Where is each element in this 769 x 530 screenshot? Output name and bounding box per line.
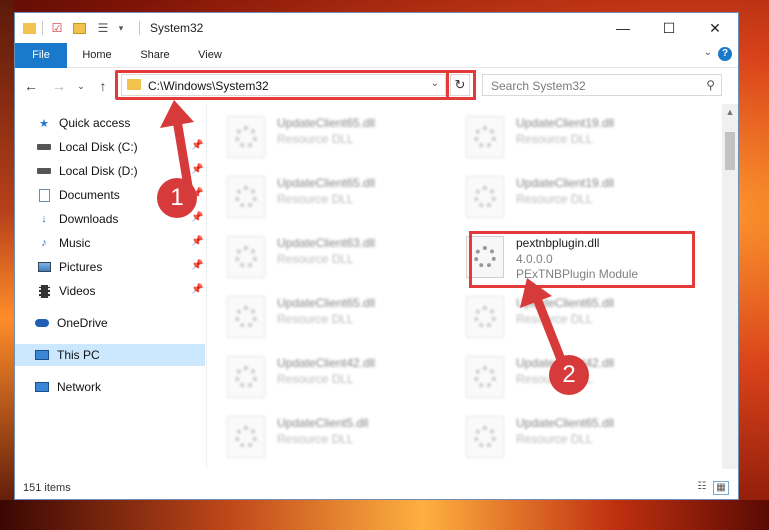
step2-arrow-shaft bbox=[531, 291, 567, 367]
step1-arrow-shaft bbox=[172, 115, 193, 191]
step1-arrow-head bbox=[160, 100, 194, 128]
callout-arrows bbox=[160, 100, 567, 367]
step2-badge: 2 bbox=[549, 355, 589, 395]
step1-badge: 1 bbox=[157, 178, 197, 218]
